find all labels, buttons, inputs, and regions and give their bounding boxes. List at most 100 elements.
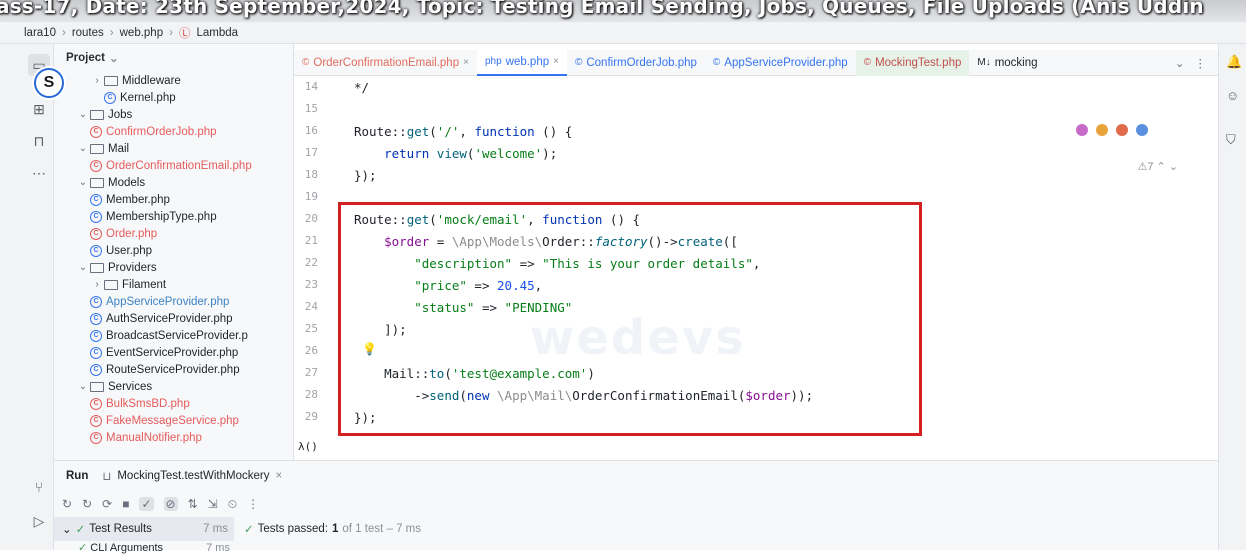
tree-file[interactable]: C ConfirmOrderJob.php [54, 123, 293, 140]
tree-file[interactable]: C BulkSmsBD.php [54, 395, 293, 412]
folder-icon [90, 381, 104, 392]
tree-label: ConfirmOrderJob.php [106, 125, 217, 138]
tree-label: Providers [108, 261, 157, 274]
line-number: 18 [304, 168, 318, 181]
editor-tab[interactable]: php web.php × [476, 49, 567, 76]
tree-file[interactable]: C ManualNotifier.php [54, 429, 293, 446]
run-config-tab[interactable]: ⊔ MockingTest.testWithMockery × [102, 469, 282, 483]
show-ignored-icon[interactable]: ⊘ [163, 497, 178, 511]
check-icon: ✓ [75, 524, 86, 536]
tree-folder[interactable]: ⌄ Jobs [54, 106, 293, 123]
browser-icon[interactable] [1076, 124, 1088, 136]
tree-label: Models [108, 176, 146, 189]
tree-label: Mail [108, 142, 130, 155]
import-icon[interactable]: ⇲ [208, 497, 218, 511]
breadcrumb-item-lambda[interactable]: Lambda [196, 27, 238, 39]
tree-folder[interactable]: › Filament [54, 276, 293, 293]
folder-icon [104, 279, 118, 290]
tree-label: Order.php [106, 227, 158, 240]
code-line-27: Mail::to('test@example.com') [354, 366, 595, 381]
php-class-icon: C [90, 210, 102, 223]
test-results-node[interactable]: ⌄ ✓ Test Results 7 ms [54, 517, 234, 541]
tree-file[interactable]: C Order.php [54, 225, 293, 242]
close-icon[interactable]: × [553, 56, 559, 67]
bookmark-icon[interactable]: ⊓ [28, 130, 50, 152]
show-passed-icon[interactable]: ✓ [139, 497, 154, 511]
close-icon[interactable]: × [463, 57, 469, 68]
chevron-down-icon[interactable]: ⌄ [1175, 56, 1185, 70]
warning-count: ⚠7 [1137, 161, 1154, 173]
tree-folder[interactable]: ⌄ Providers [54, 259, 293, 276]
breadcrumb-item-routes[interactable]: routes [72, 27, 104, 39]
tree-file[interactable]: C EventServiceProvider.php [54, 344, 293, 361]
more-options-icon[interactable]: ⋮ [247, 497, 259, 511]
tree-label: AppServiceProvider.php [106, 295, 230, 308]
expand-arrow-icon[interactable]: ⌄ [76, 177, 90, 188]
editor-tab[interactable]: © MockingTest.php [855, 49, 970, 76]
editor-tab[interactable]: © ConfirmOrderJob.php [567, 50, 705, 76]
close-icon[interactable]: × [275, 470, 282, 482]
structure-icon[interactable]: ⊞ [28, 98, 50, 120]
browser-icon[interactable] [1096, 124, 1108, 136]
tab-label: OrderConfirmationEmail.php [313, 56, 460, 69]
expand-arrow-icon[interactable]: › [90, 75, 104, 86]
inspection-widget[interactable]: ⚠7 ⌃ ⌄ [1137, 160, 1178, 173]
rerun-icon[interactable]: ↻ [62, 497, 72, 511]
tree-file[interactable]: C AppServiceProvider.php [54, 293, 293, 310]
tree-file[interactable]: C User.php [54, 242, 293, 259]
expand-arrow-icon[interactable]: › [90, 279, 104, 290]
browser-icon[interactable] [1116, 124, 1128, 136]
ai-assistant-icon[interactable]: ☺ [1226, 88, 1239, 103]
breadcrumb-item-file[interactable]: web.php [120, 27, 163, 39]
line-number: 25 [304, 322, 318, 335]
tree-file[interactable]: C BroadcastServiceProvider.p [54, 327, 293, 344]
rerun-failed-icon[interactable]: ↻ [82, 497, 92, 511]
breadcrumb-item-project[interactable]: lara10 [24, 27, 56, 39]
tree-file[interactable]: C Kernel.php [54, 89, 293, 106]
cli-arguments-node[interactable]: ✓ CLI Arguments 7 ms [54, 541, 1218, 555]
stop-icon[interactable]: ■ [122, 497, 129, 511]
lightbulb-icon[interactable]: 💡 [362, 342, 377, 356]
chevron-down-icon: ⌄ [62, 524, 72, 536]
tree-file[interactable]: C Member.php [54, 191, 293, 208]
expand-arrow-icon[interactable]: ⌄ [76, 262, 90, 273]
tree-file[interactable]: C MembershipType.php [54, 208, 293, 225]
php-class-icon: C [90, 227, 102, 240]
expand-arrow-icon[interactable]: ⌄ [76, 143, 90, 154]
tree-file[interactable]: C AuthServiceProvider.php [54, 310, 293, 327]
more-icon[interactable]: ⋯ [28, 162, 50, 184]
tree-file[interactable]: C RouteServiceProvider.php [54, 361, 293, 378]
browser-icon[interactable] [1136, 124, 1148, 136]
code-line-14: */ [354, 80, 370, 95]
lambda-icon: Ⓛ [178, 27, 191, 40]
breadcrumb-separator: › [169, 26, 173, 39]
notifications-icon[interactable]: 🔔 [1226, 54, 1242, 70]
run-icon[interactable]: ▷ [28, 510, 50, 532]
tree-folder[interactable]: › Middleware [54, 72, 293, 89]
php-class-icon: C [90, 295, 102, 308]
more-icon[interactable]: ⋮ [1195, 56, 1207, 70]
tree-folder[interactable]: ⌄ Mail [54, 140, 293, 157]
tab-label: AppServiceProvider.php [724, 56, 848, 69]
tree-folder[interactable]: ⌄ Services [54, 378, 293, 395]
editor-tab[interactable]: © OrderConfirmationEmail.php × [294, 50, 477, 76]
tree-file[interactable]: C FakeMessageService.php [54, 412, 293, 429]
editor-tab[interactable]: M↓ mocking [969, 50, 1045, 76]
line-number: 17 [304, 146, 318, 159]
toggle-auto-test-icon[interactable]: ⟳ [102, 497, 112, 511]
folder-icon [90, 177, 104, 188]
sort-icon[interactable]: ⇅ [188, 497, 198, 511]
expand-arrow-icon[interactable]: ⌄ [76, 109, 90, 120]
tree-label: Filament [122, 278, 167, 291]
git-icon[interactable]: ⑂ [28, 476, 50, 498]
tree-file[interactable]: C OrderConfirmationEmail.php [54, 157, 293, 174]
history-icon[interactable]: ⏲ [228, 497, 237, 512]
code-line-20: Route::get('mock/email', function () { [354, 212, 641, 227]
project-panel-title[interactable]: Project ⌄ [54, 44, 293, 72]
shield-icon[interactable]: ⛉ [1226, 132, 1236, 148]
tree-folder[interactable]: ⌄ Models [54, 174, 293, 191]
editor-tab[interactable]: © AppServiceProvider.php [705, 50, 856, 76]
expand-arrow-icon[interactable]: ⌄ [76, 381, 90, 392]
tree-label: Services [108, 380, 153, 393]
run-label[interactable]: Run [66, 470, 88, 482]
